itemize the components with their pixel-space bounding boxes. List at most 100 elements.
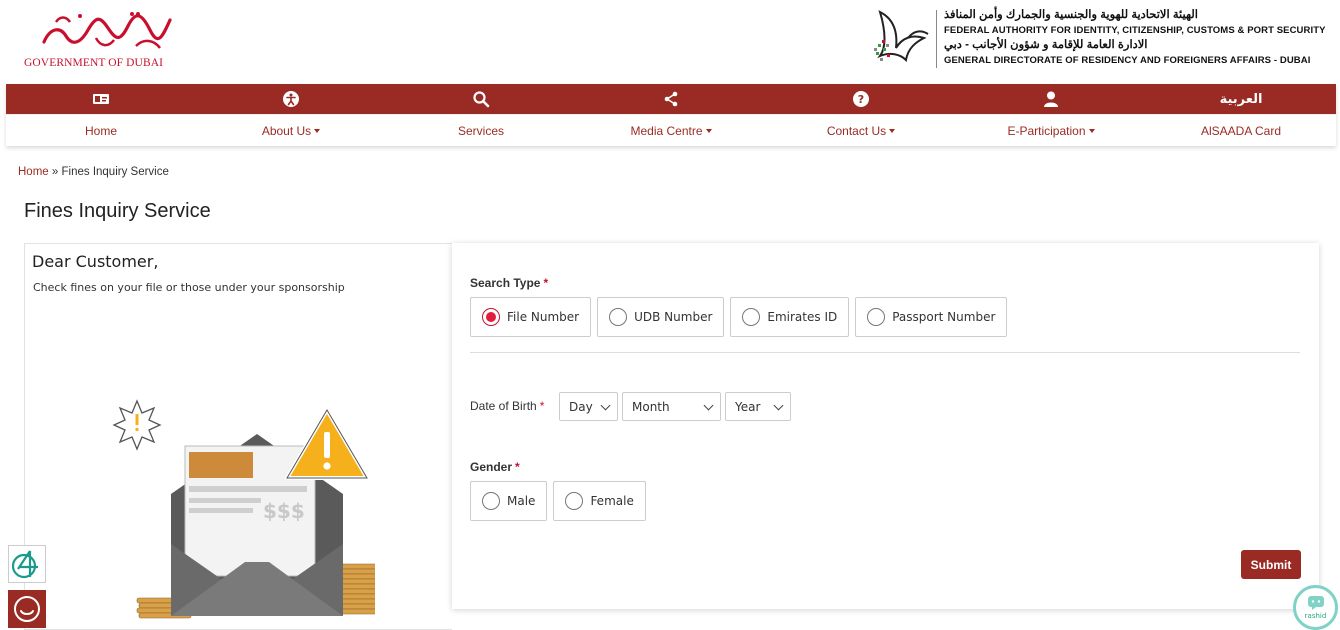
nav-e-participation-label: E-Participation	[1007, 123, 1086, 138]
nav-media-centre-label: Media Centre	[630, 123, 703, 138]
submit-button[interactable]: Submit	[1241, 550, 1301, 579]
caret-down-icon	[1088, 128, 1095, 133]
date-of-birth-label: Date of Birth *	[470, 399, 544, 413]
breadcrumb-home-link[interactable]: Home	[18, 166, 49, 178]
required-mark: *	[543, 276, 549, 290]
breadcrumb-separator: »	[51, 166, 59, 178]
chevron-down-icon	[773, 400, 784, 411]
breadcrumb: Home » Fines Inquiry Service	[18, 166, 169, 178]
search-type-options: File Number UDB Number Emirates ID Passp…	[470, 297, 1008, 337]
search-type-label-text: Search Type	[470, 276, 541, 290]
divider	[470, 352, 1300, 353]
logo-divider	[936, 10, 937, 68]
dubai-calligraphy-logo	[42, 12, 172, 49]
illustration-dollar-text: $$$	[263, 499, 305, 523]
greeting-text: Dear Customer,	[32, 252, 159, 271]
search-type-emirates-id[interactable]: Emirates ID	[730, 297, 850, 337]
breadcrumb-current: Fines Inquiry Service	[61, 166, 169, 178]
dob-month-select[interactable]: Month	[622, 392, 721, 421]
nav-alsaada-card-label: AlSAADA Card	[1200, 123, 1282, 138]
search-type-label: Search Type *	[470, 276, 548, 290]
search-type-file-number[interactable]: File Number	[470, 297, 592, 337]
gender-male[interactable]: Male	[470, 481, 548, 521]
gender-female[interactable]: Female	[553, 481, 646, 521]
federal-authority-logo[interactable]: الهيئة الاتحادية للهوية والجنسية والجمار…	[872, 6, 1325, 72]
authority-name-english: FEDERAL AUTHORITY FOR IDENTITY, CITIZENS…	[944, 25, 1326, 36]
nav-about-us-label: About Us	[261, 123, 312, 138]
chevron-down-icon	[600, 400, 611, 411]
accessibility-logo-icon	[11, 550, 38, 579]
dob-day-select[interactable]: Day	[559, 392, 618, 421]
directorate-name-arabic: الادارة العامة للإقامة و شؤون الأجانب - …	[944, 39, 1148, 51]
share-icon[interactable]	[576, 84, 766, 114]
search-type-passport-number[interactable]: Passport Number	[855, 297, 1008, 337]
accessibility-icon[interactable]	[196, 84, 386, 114]
page-title: Fines Inquiry Service	[24, 200, 211, 222]
nav-e-participation[interactable]: E-Participation	[956, 115, 1146, 146]
search-type-udb-number[interactable]: UDB Number	[597, 297, 725, 337]
caret-down-icon	[889, 128, 896, 133]
chat-bubble-icon	[1307, 596, 1324, 610]
id-card-icon[interactable]	[6, 84, 196, 114]
gov-logo-text: GOVERNMENT OF DUBAI	[24, 57, 164, 69]
radio-unselected-icon	[482, 492, 500, 510]
radio-label: UDB Number	[634, 310, 713, 324]
fines-envelope-illustration: $$$	[112, 399, 375, 619]
caret-down-icon	[314, 128, 321, 133]
nav-alsaada-card[interactable]: AlSAADA Card	[1146, 115, 1336, 146]
rashid-label: rashid	[1304, 612, 1327, 620]
radio-unselected-icon	[867, 308, 886, 326]
intro-panel: Dear Customer, Check fines on your file …	[24, 243, 452, 630]
date-of-birth-label-text: Date of Birth	[470, 399, 537, 413]
intro-description: Check fines on your file or those under …	[33, 281, 345, 294]
nav-about-us[interactable]: About Us	[196, 115, 386, 146]
gender-options: Male Female	[470, 481, 646, 521]
nav-media-centre[interactable]: Media Centre	[576, 115, 766, 146]
arabic-language-link[interactable]: العربية	[1220, 92, 1263, 107]
dob-day-value: Day	[569, 399, 593, 414]
radio-unselected-icon	[565, 492, 584, 510]
dob-year-value: Year	[735, 399, 761, 414]
svg-text:?: ?	[858, 93, 864, 106]
fines-inquiry-form: Search Type * File Number UDB Number Emir…	[452, 243, 1319, 609]
nav-icon-bar: ? العربية	[6, 84, 1336, 114]
required-mark: *	[515, 460, 520, 474]
radio-label: Emirates ID	[767, 310, 838, 324]
nav-home[interactable]: Home	[6, 115, 196, 146]
falcon-emblem-icon	[874, 10, 929, 63]
nav-contact-us-label: Contact Us	[826, 123, 887, 138]
help-icon[interactable]: ?	[766, 84, 956, 114]
rashid-chatbot-widget[interactable]: rashid	[1293, 585, 1338, 630]
nav-services[interactable]: Services	[386, 115, 576, 146]
required-mark: *	[539, 399, 545, 413]
main-navigation: ? العربية Home About Us Services Media C…	[6, 84, 1336, 146]
language-switch[interactable]: العربية	[1146, 84, 1336, 114]
gender-label: Gender *	[470, 460, 520, 474]
caret-down-icon	[705, 128, 712, 133]
site-header: GOVERNMENT OF DUBAI الهيئة الاتحادية لله…	[0, 0, 1340, 80]
authority-name: الهيئة الاتحادية للهوية والجنسية والجمار…	[944, 8, 1326, 68]
authority-name-arabic: الهيئة الاتحادية للهوية والجنسية والجمار…	[944, 9, 1198, 21]
accessibility-widget[interactable]	[8, 545, 46, 583]
directorate-name-english: GENERAL DIRECTORATE OF RESIDENCY AND FOR…	[944, 55, 1311, 66]
radio-selected-icon	[482, 308, 500, 326]
radio-label: Male	[507, 494, 536, 508]
nav-link-bar: Home About Us Services Media Centre Cont…	[6, 114, 1336, 146]
gender-label-text: Gender	[470, 460, 513, 474]
dob-year-select[interactable]: Year	[725, 392, 791, 421]
search-icon[interactable]	[386, 84, 576, 114]
radio-label: File Number	[507, 310, 580, 324]
nav-home-label: Home	[84, 123, 117, 138]
smiley-icon	[14, 596, 40, 622]
radio-label: Female	[590, 494, 634, 508]
nav-services-label: Services	[457, 123, 504, 138]
radio-label: Passport Number	[892, 310, 996, 324]
dob-month-value: Month	[632, 399, 670, 414]
chevron-down-icon	[703, 400, 714, 411]
government-of-dubai-logo[interactable]: GOVERNMENT OF DUBAI	[22, 8, 182, 70]
feedback-widget[interactable]	[8, 590, 46, 628]
radio-unselected-icon	[742, 308, 761, 326]
radio-unselected-icon	[609, 308, 628, 326]
user-icon[interactable]	[956, 84, 1146, 114]
nav-contact-us[interactable]: Contact Us	[766, 115, 956, 146]
